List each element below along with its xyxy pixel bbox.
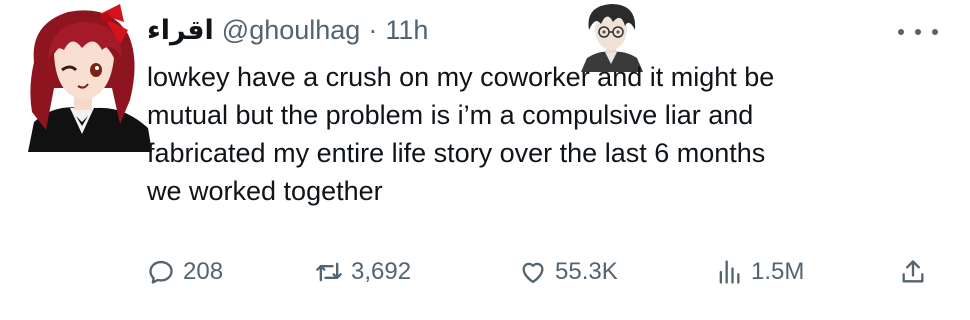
views-button[interactable]: 1.5M: [715, 252, 804, 292]
display-name[interactable]: اقراء: [147, 15, 214, 46]
tweet-card: اقراء @ghoulhag · 11h lowkey have a crus…: [0, 0, 970, 320]
timestamp[interactable]: 11h: [385, 15, 428, 46]
like-count: 55.3K: [555, 258, 618, 285]
tweet-text-line: lowkey have a crush on my coworker and i…: [147, 62, 775, 92]
action-bar: 208 3,692 55.3K 1.5M: [147, 252, 937, 292]
retweet-count: 3,692: [351, 258, 412, 285]
share-icon: [902, 260, 924, 283]
user-handle[interactable]: @ghoulhag: [222, 15, 361, 46]
views-count: 1.5M: [751, 258, 805, 285]
retweet-button[interactable]: 3,692: [315, 252, 411, 292]
avatar[interactable]: [24, 4, 152, 152]
reply-button[interactable]: 208: [147, 252, 223, 292]
tweet-text-line: mutual but the problem is i’m a compulsi…: [147, 100, 754, 130]
tweet-header: اقراء @ghoulhag · 11h: [147, 12, 428, 48]
heart-icon: [522, 262, 544, 284]
views-bar-chart-icon: [719, 260, 740, 284]
like-button[interactable]: 55.3K: [519, 252, 618, 292]
retweet-icon: [316, 262, 342, 282]
more-options-icon[interactable]: [898, 22, 938, 42]
tweet-text-line: we worked together: [147, 176, 383, 206]
tweet-text: lowkey have a crush on my coworker and i…: [147, 58, 937, 210]
reply-count: 208: [183, 258, 224, 285]
share-button[interactable]: [899, 252, 927, 292]
tweet-text-line: fabricated my entire life story over the…: [147, 138, 766, 168]
reply-icon: [149, 260, 173, 284]
anime-girl-avatar-icon: [28, 4, 152, 152]
separator-dot: ·: [368, 14, 378, 45]
